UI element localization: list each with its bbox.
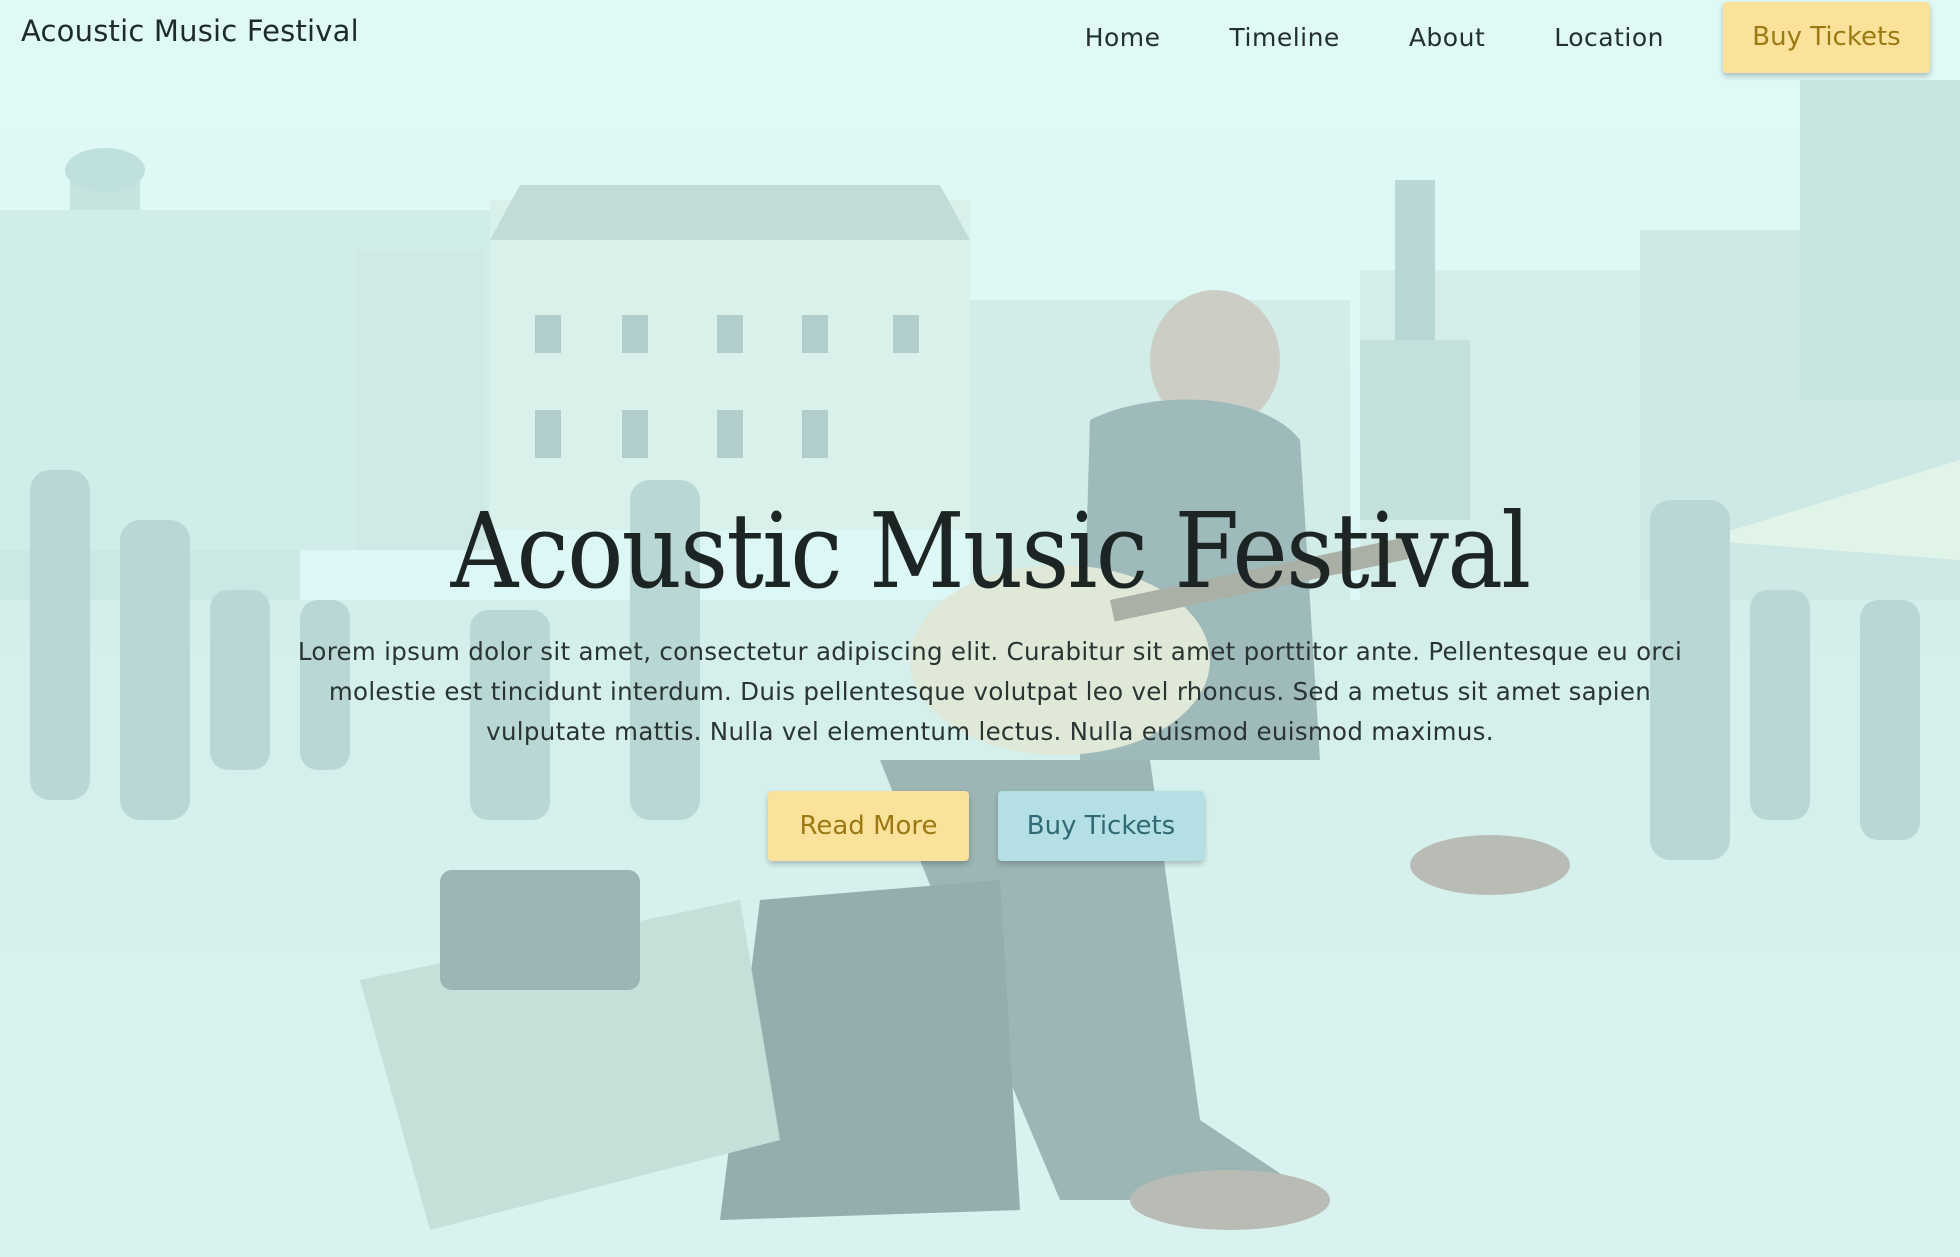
nav-link-location[interactable]: Location [1554,23,1664,52]
nav-link-home[interactable]: Home [1085,23,1161,52]
nav-link-about[interactable]: About [1409,23,1485,52]
hero-overlay [0,0,1960,1257]
read-more-button[interactable]: Read More [768,791,969,861]
brand-logo-text[interactable]: Acoustic Music Festival [21,14,359,48]
nav-link-timeline[interactable]: Timeline [1230,23,1340,52]
navbar: Acoustic Music Festival Home Timeline Ab… [0,0,1960,74]
buy-tickets-button[interactable]: Buy Tickets [998,791,1204,861]
page: Acoustic Music Festival Home Timeline Ab… [0,0,1960,1257]
hero-title: Acoustic Music Festival [450,490,1531,612]
hero-buttons: Read More Buy Tickets [768,791,1204,861]
hero-description: Lorem ipsum dolor sit amet, consectetur … [297,637,1683,746]
nav-links: Home Timeline About Location Buy Tickets [1085,0,1930,74]
nav-buy-tickets-button[interactable]: Buy Tickets [1723,1,1930,73]
